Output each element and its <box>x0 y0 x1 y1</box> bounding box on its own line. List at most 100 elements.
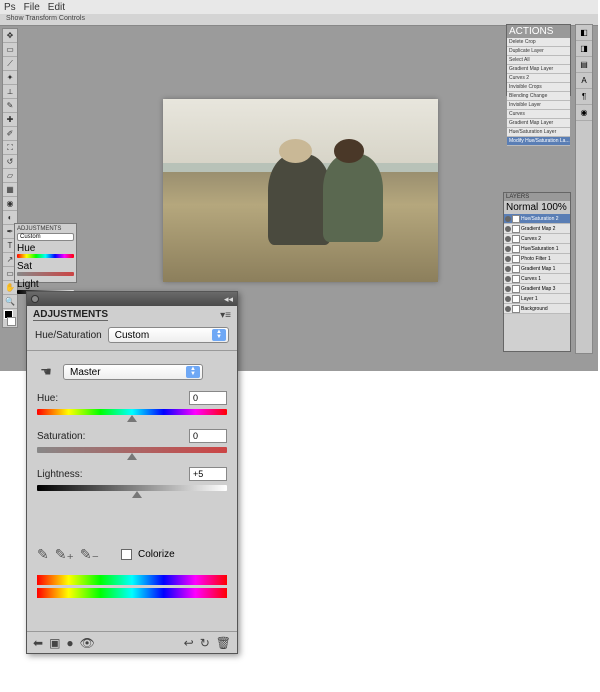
lasso-tool[interactable]: ⟋ <box>3 57 17 71</box>
saturation-input[interactable] <box>189 429 227 443</box>
layer-row[interactable]: Curves 2 <box>504 234 570 244</box>
lightness-input[interactable] <box>189 467 227 481</box>
layer-row[interactable]: Gradient Map 3 <box>504 284 570 294</box>
history-item[interactable]: Delete Crop <box>507 38 570 47</box>
panel-menu-icon[interactable]: ▾≡ <box>220 310 231 321</box>
trash-icon[interactable]: 🗑 <box>216 636 231 650</box>
blend-mode-dropdown[interactable]: Normal <box>506 202 538 213</box>
color-swatches[interactable] <box>3 309 17 327</box>
gradient-tool[interactable]: ▦ <box>3 183 17 197</box>
history-item[interactable]: Hue/Saturation Layer <box>507 128 570 137</box>
opacity-value[interactable]: 100% <box>541 202 567 213</box>
eyedropper-icon[interactable]: ✎ <box>37 546 49 563</box>
layer-row-selected[interactable]: Hue/Saturation 2 <box>504 214 570 224</box>
visibility-icon[interactable] <box>505 226 511 232</box>
visibility-icon[interactable] <box>505 286 511 292</box>
visibility-icon[interactable] <box>505 276 511 282</box>
history-item[interactable]: Blending Change <box>507 92 570 101</box>
layer-name: Curves 1 <box>521 276 569 282</box>
visibility-icon[interactable] <box>505 216 511 222</box>
eyedropper-tool[interactable]: ✎ <box>3 99 17 113</box>
dock-icon[interactable]: A <box>576 73 592 89</box>
hue-slider[interactable] <box>37 409 227 415</box>
visibility-icon[interactable] <box>505 296 511 302</box>
history-item[interactable]: Gradient Map Layer <box>507 65 570 74</box>
dock-icon[interactable]: ¶ <box>576 89 592 105</box>
colorize-checkbox[interactable] <box>121 549 132 560</box>
eyedropper-subtract-icon[interactable]: ✎₋ <box>80 546 99 563</box>
document-canvas[interactable] <box>163 99 438 282</box>
mini-preset-dropdown[interactable]: Custom <box>17 233 74 241</box>
dock-icon[interactable]: ▤ <box>576 57 592 73</box>
visibility-icon[interactable] <box>505 236 511 242</box>
stamp-tool[interactable]: ⛶ <box>3 141 17 155</box>
zoom-tool[interactable]: 🔍 <box>3 295 17 309</box>
adjustment-title: Hue/Saturation <box>35 330 102 341</box>
history-item[interactable]: Gradient Map Layer <box>507 119 570 128</box>
reset-icon[interactable]: ↩ <box>184 636 194 650</box>
visibility-icon[interactable] <box>505 256 511 262</box>
lightness-row: Lightness: <box>37 467 227 481</box>
visibility-icon[interactable] <box>505 266 511 272</box>
dock-icon[interactable]: ◉ <box>576 105 592 121</box>
layer-row[interactable]: Background <box>504 304 570 314</box>
slider-thumb[interactable] <box>132 491 142 498</box>
close-icon[interactable] <box>31 295 39 303</box>
lightness-slider[interactable] <box>37 485 227 491</box>
back-icon[interactable]: ⬅ <box>33 636 43 650</box>
history-item[interactable]: Curves 2 <box>507 74 570 83</box>
saturation-slider[interactable] <box>37 447 227 453</box>
menu-edit[interactable]: Edit <box>48 2 65 13</box>
mini-hue-slider[interactable] <box>17 254 74 258</box>
channel-dropdown[interactable]: Master ▲▼ <box>63 364 203 380</box>
history-item[interactable]: Duplicate Layer <box>507 47 570 56</box>
slider-thumb[interactable] <box>127 415 137 422</box>
layer-row[interactable]: Curves 1 <box>504 274 570 284</box>
history-item[interactable]: Curves <box>507 110 570 119</box>
crop-tool[interactable]: ⟂ <box>3 85 17 99</box>
dock-icon[interactable]: ◧ <box>576 25 592 41</box>
move-tool[interactable]: ✥ <box>3 29 17 43</box>
layer-row[interactable]: Gradient Map 2 <box>504 224 570 234</box>
mini-hue-label: Hue <box>17 243 74 254</box>
visibility-icon[interactable] <box>505 306 511 312</box>
eye-icon[interactable]: 👁 <box>80 636 95 650</box>
brush-tool[interactable]: ✐ <box>3 127 17 141</box>
eyedropper-add-icon[interactable]: ✎₊ <box>55 546 74 563</box>
wand-tool[interactable]: ✦ <box>3 71 17 85</box>
panel-titlebar[interactable]: ◂◂ <box>27 292 237 306</box>
blur-tool[interactable]: ◉ <box>3 197 17 211</box>
layer-row[interactable]: Gradient Map 1 <box>504 264 570 274</box>
history-item[interactable]: Select All <box>507 56 570 65</box>
layer-row[interactable]: Photo Filter 1 <box>504 254 570 264</box>
layer-name: Hue/Saturation 2 <box>521 216 569 222</box>
mini-sat-slider[interactable] <box>17 272 74 276</box>
adjustments-tab[interactable]: ADJUSTMENTS <box>33 309 108 321</box>
channel-value: Master <box>70 367 101 378</box>
history-item-selected[interactable]: Modify Hue/Saturation La... <box>507 137 570 146</box>
refresh-icon[interactable]: ↻ <box>200 636 210 650</box>
targeted-adjustment-icon[interactable]: ☚ <box>37 363 55 381</box>
history-header: ACTIONS <box>507 25 570 38</box>
heal-tool[interactable]: ✚ <box>3 113 17 127</box>
layers-tab[interactable]: LAYERS <box>504 193 570 201</box>
slider-thumb[interactable] <box>127 453 137 460</box>
history-item[interactable]: Invisible Layer <box>507 101 570 110</box>
marquee-tool[interactable]: ▭ <box>3 43 17 57</box>
mini-light-label: Light <box>17 279 74 290</box>
history-item[interactable]: Invisible Crops <box>507 83 570 92</box>
eraser-tool[interactable]: ▱ <box>3 169 17 183</box>
dock-icon[interactable]: ◨ <box>576 41 592 57</box>
hue-input[interactable] <box>189 391 227 405</box>
visibility-icon[interactable] <box>505 246 511 252</box>
hand-tool[interactable]: ✋ <box>3 281 17 295</box>
menu-file[interactable]: File <box>24 2 40 13</box>
layer-row[interactable]: Hue/Saturation 1 <box>504 244 570 254</box>
history-brush-tool[interactable]: ↺ <box>3 155 17 169</box>
circle-icon[interactable]: ● <box>66 636 73 650</box>
collapse-icon[interactable]: ◂◂ <box>224 294 233 305</box>
layer-row[interactable]: Layer 1 <box>504 294 570 304</box>
colorize-label: Colorize <box>138 549 175 560</box>
clip-icon[interactable]: ▣ <box>49 636 60 650</box>
preset-dropdown[interactable]: Custom ▲▼ <box>108 327 229 343</box>
